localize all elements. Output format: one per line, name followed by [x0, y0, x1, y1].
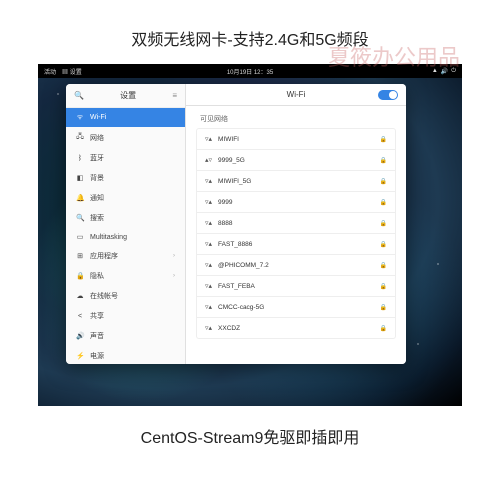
- network-name: FAST_FEBA: [218, 283, 255, 290]
- sidebar-item-11[interactable]: 🔊 声音: [66, 326, 185, 346]
- lock-icon: 🔒: [380, 199, 387, 206]
- sidebar-icon: ☁: [76, 292, 84, 300]
- sidebar-item-5[interactable]: 🔍 搜索: [66, 208, 185, 228]
- network-item-5[interactable]: ▿▴ FAST_8886 🔒: [196, 234, 396, 255]
- sidebar-item-label: 隐私: [90, 271, 104, 281]
- sidebar-item-label: Wi-Fi: [90, 114, 106, 121]
- sidebar-item-6[interactable]: ▭ Multitasking: [66, 228, 185, 246]
- network-name: MIWIFI: [218, 136, 239, 143]
- network-item-7[interactable]: ▿▴ FAST_FEBA 🔒: [196, 276, 396, 297]
- sidebar-item-label: 应用程序: [90, 251, 118, 261]
- lock-icon: 🔒: [380, 136, 387, 143]
- sidebar-item-1[interactable]: 🖧 网络: [66, 127, 185, 148]
- network-item-1[interactable]: ▴▿ 9999_5G 🔒: [196, 150, 396, 171]
- wifi-signal-icon: ▴▿: [205, 156, 212, 164]
- sidebar-icon: ᯤ: [76, 113, 84, 122]
- sidebar-item-10[interactable]: < 共享: [66, 306, 185, 326]
- network-name: MIWIFI_5G: [218, 178, 251, 185]
- chevron-right-icon: ›: [173, 253, 175, 259]
- topbar-datetime[interactable]: 10月19日 12：35: [227, 67, 273, 76]
- network-name: @PHICOMM_7.2: [218, 262, 269, 269]
- lock-icon: 🔒: [380, 241, 387, 248]
- sidebar-icon: 🔔: [76, 194, 84, 202]
- network-item-8[interactable]: ▿▴ CMCC-cacg-5G 🔒: [196, 297, 396, 318]
- desktop-wallpaper: 活动 ▦ 设置 10月19日 12：35 ▲ 🔊 ⏻ 🔍 设置 ≡ ᯤWi-Fi…: [38, 64, 462, 406]
- chevron-right-icon: ›: [173, 273, 175, 279]
- sidebar-item-label: 通知: [90, 193, 104, 203]
- watermark-text: 夏筱办公用品: [328, 40, 460, 72]
- sidebar-item-label: Multitasking: [90, 234, 127, 241]
- lock-icon: 🔒: [380, 325, 387, 332]
- network-name: 8888: [218, 220, 232, 227]
- sidebar-icon: 🖧: [76, 132, 84, 143]
- network-item-3[interactable]: ▿▴ 9999 🔒: [196, 192, 396, 213]
- sidebar-item-8[interactable]: 🔒 隐私 ›: [66, 266, 185, 286]
- activities-button[interactable]: 活动: [44, 67, 56, 76]
- settings-window: 🔍 设置 ≡ ᯤ Wi-Fi 🖧 网络 ᛒ 蓝牙 ◧ 背景 🔔 通知 🔍 搜索 ▭ Multitaskin…: [66, 84, 406, 364]
- wifi-signal-icon: ▿▴: [205, 240, 212, 248]
- network-name: XXCDZ: [218, 325, 240, 332]
- sidebar-icon: ⊞: [76, 252, 84, 260]
- lock-icon: 🔒: [380, 220, 387, 227]
- sidebar-title: 设置: [88, 90, 168, 101]
- sidebar-item-3[interactable]: ◧ 背景: [66, 168, 185, 188]
- section-label: 可见网络: [186, 106, 406, 128]
- sidebar-item-label: 电源: [90, 351, 104, 361]
- wifi-signal-icon: ▿▴: [205, 219, 212, 227]
- sidebar-icon: <: [76, 313, 84, 320]
- sidebar-item-4[interactable]: 🔔 通知: [66, 188, 185, 208]
- network-name: CMCC-cacg-5G: [218, 304, 264, 311]
- sidebar-item-12[interactable]: ⚡ 电源: [66, 346, 185, 364]
- wifi-signal-icon: ▿▴: [205, 135, 212, 143]
- lock-icon: 🔒: [380, 283, 387, 290]
- sidebar-item-label: 搜索: [90, 213, 104, 223]
- network-item-2[interactable]: ▿▴ MIWIFI_5G 🔒: [196, 171, 396, 192]
- network-list: ▿▴MIWIFI🔒▴▿9999_5G🔒▿▴MIWIFI_5G🔒▿▴9999🔒▿▴…: [186, 128, 406, 339]
- wifi-signal-icon: ▿▴: [205, 324, 212, 332]
- sidebar-icon: ⚡: [76, 352, 84, 360]
- network-name: 9999: [218, 199, 232, 206]
- bottom-heading: CentOS-Stream9免驱即插即用: [0, 406, 500, 466]
- lock-icon: 🔒: [380, 178, 387, 185]
- search-icon[interactable]: 🔍: [74, 91, 84, 100]
- main-header: Wi-Fi: [186, 84, 406, 106]
- sidebar-icon: ▭: [76, 233, 84, 241]
- sidebar-icon: 🔒: [76, 272, 84, 280]
- network-name: FAST_8886: [218, 241, 252, 248]
- settings-sidebar: 🔍 设置 ≡ ᯤ Wi-Fi 🖧 网络 ᛒ 蓝牙 ◧ 背景 🔔 通知 🔍 搜索 ▭ Multitaskin…: [66, 84, 186, 364]
- wifi-signal-icon: ▿▴: [205, 198, 212, 206]
- network-name: 9999_5G: [218, 157, 245, 164]
- settings-main-panel: Wi-Fi 可见网络 ▿▴ MIWIFI 🔒 ▴▿ 9999_5G 🔒 ▿▴ MIWIFI_5…: [186, 84, 406, 364]
- lock-icon: 🔒: [380, 262, 387, 269]
- sidebar-item-label: 在线帐号: [90, 291, 118, 301]
- sidebar-item-label: 共享: [90, 311, 104, 321]
- wifi-signal-icon: ▿▴: [205, 261, 212, 269]
- sidebar-header: 🔍 设置 ≡: [66, 84, 185, 108]
- lock-icon: 🔒: [380, 157, 387, 164]
- network-item-9[interactable]: ▿▴ XXCDZ 🔒: [196, 318, 396, 339]
- sidebar-item-7[interactable]: ⊞ 应用程序 ›: [66, 246, 185, 266]
- sidebar-item-9[interactable]: ☁ 在线帐号: [66, 286, 185, 306]
- sidebar-icon: 🔊: [76, 332, 84, 340]
- wifi-signal-icon: ▿▴: [205, 177, 212, 185]
- sidebar-item-2[interactable]: ᛒ 蓝牙: [66, 148, 185, 168]
- sidebar-icon: ◧: [76, 174, 84, 182]
- main-header-title: Wi-Fi: [287, 90, 306, 99]
- wifi-toggle[interactable]: [378, 90, 398, 100]
- sidebar-item-label: 背景: [90, 173, 104, 183]
- menu-icon[interactable]: ≡: [172, 91, 177, 100]
- sidebar-item-label: 蓝牙: [90, 153, 104, 163]
- sidebar-item-0[interactable]: ᯤ Wi-Fi: [66, 108, 185, 127]
- wifi-signal-icon: ▿▴: [205, 282, 212, 290]
- sidebar-icon: ᛒ: [76, 155, 84, 162]
- network-item-6[interactable]: ▿▴ @PHICOMM_7.2 🔒: [196, 255, 396, 276]
- sidebar-item-label: 声音: [90, 331, 104, 341]
- sidebar-item-label: 网络: [90, 133, 104, 143]
- sidebar-icon: 🔍: [76, 214, 84, 222]
- lock-icon: 🔒: [380, 304, 387, 311]
- wifi-signal-icon: ▿▴: [205, 303, 212, 311]
- network-item-4[interactable]: ▿▴ 8888 🔒: [196, 213, 396, 234]
- topbar-app-label[interactable]: ▦ 设置: [62, 67, 82, 76]
- network-item-0[interactable]: ▿▴ MIWIFI 🔒: [196, 128, 396, 150]
